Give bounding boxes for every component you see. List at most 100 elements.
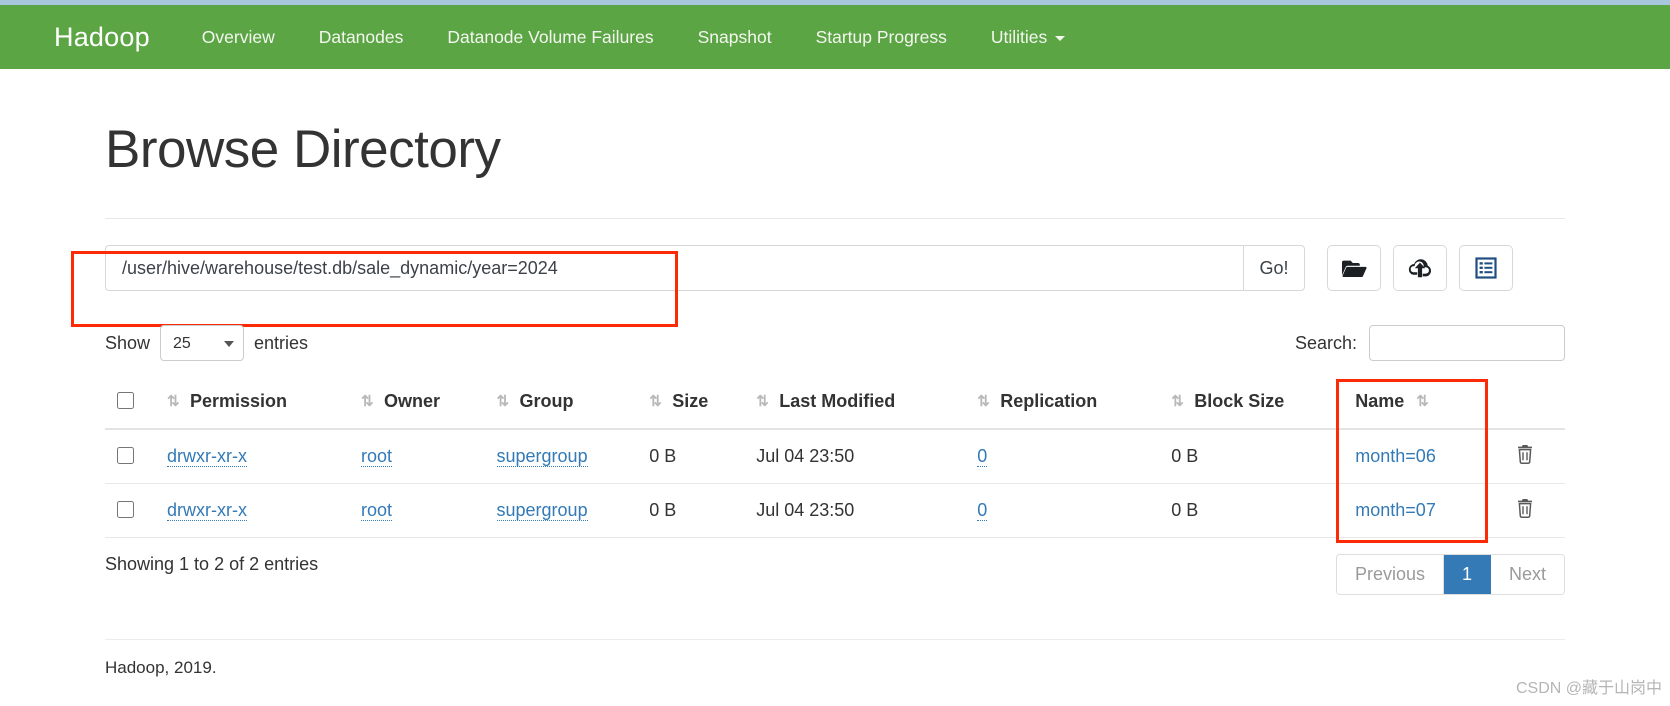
select-all-checkbox[interactable] xyxy=(117,392,134,409)
entries-select[interactable]: 25 50 100 xyxy=(160,325,245,361)
cell-size: 0 B xyxy=(641,429,749,484)
files-table-head: ⇅ Permission ⇅ Owner ⇅ Group ⇅ Size ⇅ La… xyxy=(105,379,1565,430)
nav-item-datanode-volume-failures[interactable]: Datanode Volume Failures xyxy=(425,27,675,48)
cell-group: supergroup xyxy=(488,483,642,538)
column-name-label: Name xyxy=(1355,391,1405,411)
pagination-page-1[interactable]: 1 xyxy=(1443,555,1491,594)
cell-owner: root xyxy=(353,483,489,538)
files-table: ⇅ Permission ⇅ Owner ⇅ Group ⇅ Size ⇅ La… xyxy=(105,379,1565,538)
table-controls: Show 25 50 100 entries Search: xyxy=(105,325,1565,361)
column-last-modified-label: Last Modified xyxy=(779,391,896,411)
replication-link[interactable]: 0 xyxy=(977,446,988,467)
owner-link[interactable]: root xyxy=(361,500,393,521)
permission-link[interactable]: drwxr-xr-x xyxy=(167,500,247,521)
cut-paste-button[interactable] xyxy=(1459,245,1513,291)
cell-replication: 0 xyxy=(969,483,1164,538)
path-input-group: Go! xyxy=(105,245,1305,291)
showing-entries-text: Showing 1 to 2 of 2 entries xyxy=(105,554,319,574)
clipboard-list-icon xyxy=(1475,257,1497,279)
delete-row-button[interactable] xyxy=(1516,444,1534,467)
column-name[interactable]: Name ⇅ xyxy=(1347,379,1485,430)
nav-item-utilities[interactable]: Utilities xyxy=(969,27,1087,48)
brand-hadoop[interactable]: Hadoop xyxy=(54,22,150,53)
table-row: drwxr-xr-x root supergroup 0 B Jul 04 23… xyxy=(105,483,1565,538)
show-label: Show xyxy=(105,332,151,353)
column-block-size[interactable]: ⇅ Block Size xyxy=(1163,379,1348,430)
nav-item-startup-progress[interactable]: Startup Progress xyxy=(794,27,969,48)
column-size-label: Size xyxy=(672,391,709,411)
column-size[interactable]: ⇅ Size xyxy=(641,379,749,430)
chevron-down-icon xyxy=(1055,36,1066,41)
nav-item-datanodes[interactable]: Datanodes xyxy=(297,27,426,48)
column-block-size-label: Block Size xyxy=(1194,391,1285,411)
nav-item-overview[interactable]: Overview xyxy=(180,27,297,48)
cell-block-size: 0 B xyxy=(1163,483,1348,538)
column-group-label: Group xyxy=(519,391,574,411)
row-select-cell xyxy=(105,483,159,538)
folder-new-button[interactable] xyxy=(1327,245,1381,291)
cell-owner: root xyxy=(353,429,489,484)
go-button[interactable]: Go! xyxy=(1243,245,1305,291)
path-input[interactable] xyxy=(105,245,1243,291)
cell-name: month=06 xyxy=(1347,429,1485,484)
column-permission[interactable]: ⇅ Permission xyxy=(159,379,354,430)
pagination-next[interactable]: Next xyxy=(1490,555,1564,594)
nav-item-snapshot[interactable]: Snapshot xyxy=(676,27,794,48)
column-owner-label: Owner xyxy=(384,391,441,411)
nav-item-utilities-label: Utilities xyxy=(990,26,1048,47)
pagination-previous[interactable]: Previous xyxy=(1336,555,1444,594)
name-link[interactable]: month=07 xyxy=(1355,500,1436,520)
column-last-modified[interactable]: ⇅ Last Modified xyxy=(748,379,970,430)
entries-select-wrap: 25 50 100 xyxy=(160,325,245,361)
group-link[interactable]: supergroup xyxy=(496,500,588,521)
column-group[interactable]: ⇅ Group xyxy=(488,379,642,430)
column-replication[interactable]: ⇅ Replication xyxy=(969,379,1164,430)
row-checkbox[interactable] xyxy=(117,501,134,518)
column-replication-label: Replication xyxy=(1000,391,1098,411)
column-owner[interactable]: ⇅ Owner xyxy=(353,379,489,430)
row-checkbox[interactable] xyxy=(117,447,134,464)
cell-group: supergroup xyxy=(488,429,642,484)
path-toolbar: Go! xyxy=(105,245,1565,291)
search-input[interactable] xyxy=(1369,325,1565,361)
table-footer: Showing 1 to 2 of 2 entries Previous 1 N… xyxy=(105,554,1565,595)
column-permission-label: Permission xyxy=(190,391,288,411)
permission-link[interactable]: drwxr-xr-x xyxy=(167,446,247,467)
trash-icon xyxy=(1516,499,1534,521)
sort-icon: ⇅ xyxy=(167,393,180,410)
folder-new-icon xyxy=(1341,258,1367,278)
sort-icon: ⇅ xyxy=(1171,393,1184,410)
name-link[interactable]: month=06 xyxy=(1355,446,1436,466)
table-header-row: ⇅ Permission ⇅ Owner ⇅ Group ⇅ Size ⇅ La… xyxy=(105,379,1565,430)
sort-icon: ⇅ xyxy=(361,393,374,410)
row-select-cell xyxy=(105,429,159,484)
table-row: drwxr-xr-x root supergroup 0 B Jul 04 23… xyxy=(105,429,1565,484)
cell-actions xyxy=(1485,429,1565,484)
footer-text: Hadoop, 2019. xyxy=(105,658,217,677)
select-all-header xyxy=(105,379,159,430)
cloud-upload-icon xyxy=(1407,257,1433,279)
show-entries-control: Show 25 50 100 entries xyxy=(105,325,308,361)
path-action-buttons xyxy=(1327,245,1513,291)
page-title: Browse Directory xyxy=(105,120,501,179)
footer-divider xyxy=(105,639,1565,640)
cell-last-modified: Jul 04 23:50 xyxy=(748,483,970,538)
search-control: Search: xyxy=(1295,325,1565,361)
group-link[interactable]: supergroup xyxy=(496,446,588,467)
watermark: CSDN @藏于山岗中 xyxy=(1515,680,1662,697)
sort-icon: ⇅ xyxy=(977,393,990,410)
search-label: Search: xyxy=(1294,332,1357,353)
owner-link[interactable]: root xyxy=(361,446,393,467)
sort-icon: ⇅ xyxy=(496,393,510,410)
main-navbar: Hadoop Overview Datanodes Datanode Volum… xyxy=(0,5,1670,69)
entries-label: entries xyxy=(254,332,309,353)
cell-name: month=07 xyxy=(1347,483,1485,538)
pagination: Previous 1 Next xyxy=(1335,554,1565,595)
replication-link[interactable]: 0 xyxy=(977,500,988,521)
upload-files-button[interactable] xyxy=(1393,245,1447,291)
cell-replication: 0 xyxy=(969,429,1164,484)
column-actions xyxy=(1485,379,1565,430)
delete-row-button[interactable] xyxy=(1516,498,1534,521)
sort-icon: ⇅ xyxy=(756,393,769,410)
page-container: Browse Directory Go! xyxy=(71,69,1565,678)
